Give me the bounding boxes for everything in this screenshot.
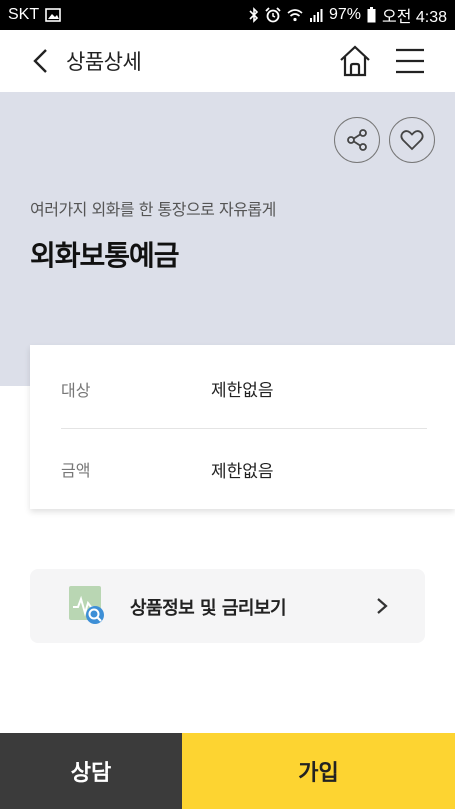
info-label: 금액 xyxy=(61,461,91,480)
info-label: 대상 xyxy=(61,380,91,400)
carrier-label: SKT xyxy=(8,6,40,23)
chevron-right-icon xyxy=(377,598,388,614)
product-hero: 여러가지 외화를 한 통장으로 자유롭게 외화보통예금 xyxy=(0,92,455,386)
chevron-left-icon xyxy=(33,49,47,73)
wifi-icon xyxy=(287,8,303,22)
home-icon xyxy=(340,45,370,77)
battery-icon xyxy=(367,7,376,23)
clock: 오전 4:38 xyxy=(381,9,447,26)
status-left: SKT xyxy=(8,6,61,24)
info-value: 제한없음 xyxy=(211,381,274,401)
image-icon xyxy=(45,8,61,22)
product-info-rates-label: 상품정보 및 금리보기 xyxy=(130,598,287,619)
like-button[interactable] xyxy=(389,117,435,163)
battery-percent: 97% xyxy=(328,6,361,23)
hamburger-menu-icon xyxy=(396,48,424,74)
join-button[interactable]: 가입 xyxy=(182,733,455,809)
document-search-icon xyxy=(69,586,104,624)
share-button[interactable] xyxy=(334,117,380,163)
menu-button[interactable] xyxy=(394,46,426,76)
info-row-target: 대상 제한없음 xyxy=(61,349,427,429)
status-bar: SKT 97% 오전 4:38 xyxy=(0,0,455,30)
heart-icon xyxy=(400,130,424,151)
bottom-action-bar: 상담 가입 xyxy=(0,733,455,809)
back-button[interactable] xyxy=(26,47,54,75)
bluetooth-icon xyxy=(249,7,259,23)
product-info-card: 대상 제한없음 금액 제한없음 xyxy=(30,345,455,509)
product-subtitle: 여러가지 외화를 한 통장으로 자유롭게 xyxy=(30,200,276,219)
product-info-rates-button[interactable]: 상품정보 및 금리보기 xyxy=(30,569,425,643)
home-button[interactable] xyxy=(338,44,372,78)
product-title: 외화보통예금 xyxy=(30,239,180,272)
header: 상품상세 xyxy=(0,30,455,92)
consult-button[interactable]: 상담 xyxy=(0,733,182,809)
share-icon xyxy=(347,129,367,151)
alarm-icon xyxy=(265,7,281,23)
status-right: 97% 오전 4:38 xyxy=(249,3,447,27)
info-value: 제한없음 xyxy=(211,461,274,482)
info-row-amount: 금액 제한없음 xyxy=(61,429,427,509)
signal-icon xyxy=(309,8,323,22)
page-title: 상품상세 xyxy=(66,50,142,74)
